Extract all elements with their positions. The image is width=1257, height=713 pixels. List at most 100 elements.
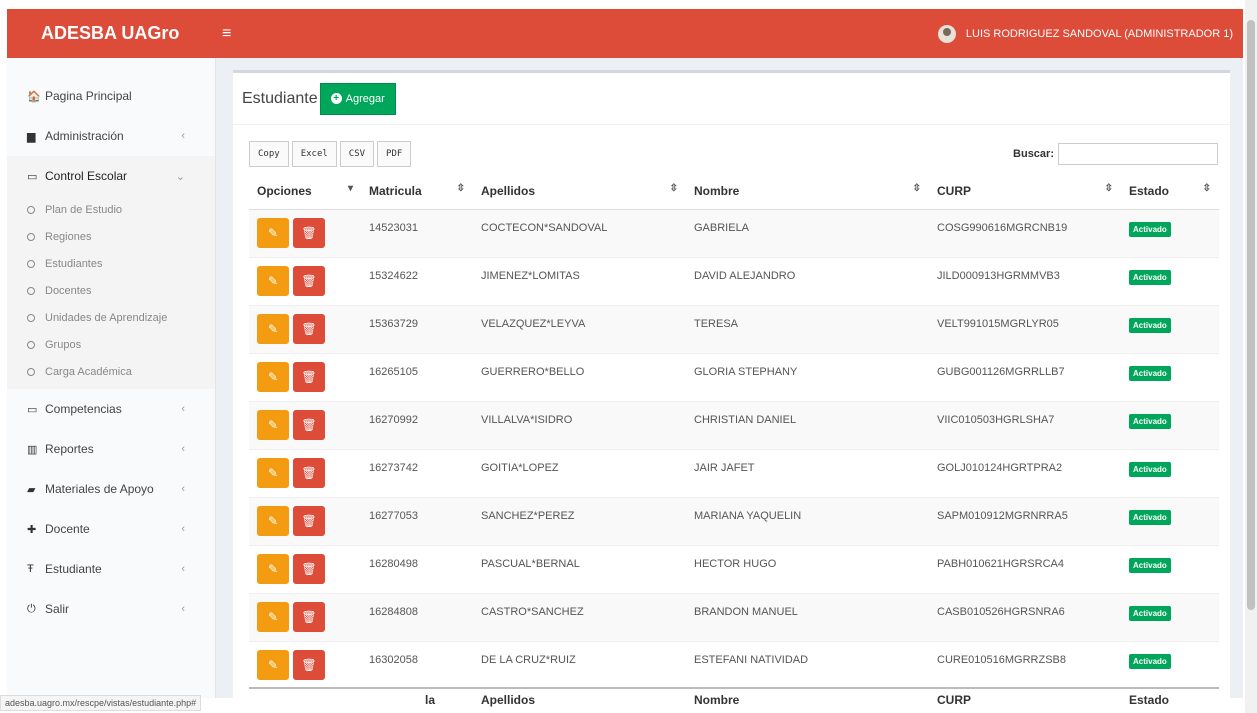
cell-nombre: MARIANA YAQUELIN [686,496,929,545]
column-header-estado[interactable]: Estado ⇳ [1121,173,1219,210]
cell-matricula: 15363729 [361,304,473,353]
row-actions: ✎ 🗑 [249,448,361,497]
sidebar-item-pagina-principal[interactable]: 🏠 Pagina Principal [7,76,215,116]
cell-curp: VIIC010503HGRLSHA7 [929,400,1121,449]
row-actions: ✎ 🗑 [249,640,361,689]
power-icon: ⏻ [27,602,36,615]
column-header-matricula[interactable]: Matricula ⇳ [361,173,473,210]
table-row: ✎ 🗑 14523031 COCTECON*SANDOVAL GABRIELA COSG9… [249,208,1219,257]
cell-estado: Activado [1121,256,1219,305]
table-header-row: Opciones ▾ Matricula ⇳ Apellidos ⇳ Nombre ⇳ … [249,173,1219,210]
user-menu[interactable]: LUIS RODRIGUEZ SANDOVAL (ADMINISTRADOR 1… [937,24,1243,43]
cell-estado: Activado [1121,544,1219,593]
scrollbar-thumb[interactable] [1247,20,1255,610]
delete-button[interactable]: 🗑 [293,601,325,632]
search-label: Buscar: [1013,148,1054,160]
box-header: Estudiante + Agregar [233,73,1230,125]
cell-apellidos: GOITIA*LOPEZ [473,448,686,497]
user-icon: ✚ [27,523,37,536]
excel-button[interactable]: Excel [291,141,337,167]
delete-button[interactable]: 🗑 [293,649,325,680]
sidebar-item-label: Docente [45,522,90,536]
edit-button[interactable]: ✎ [257,601,289,632]
cell-apellidos: PASCUAL*BERNAL [473,544,686,593]
edit-button[interactable]: ✎ [257,457,289,488]
status-badge: Activado [1129,605,1171,621]
edit-button[interactable]: ✎ [257,649,289,680]
edit-button[interactable]: ✎ [257,361,289,392]
sidebar-item-estudiante[interactable]: Ŧ Estudiante ‹ [7,549,215,589]
delete-button[interactable]: 🗑 [293,361,325,392]
browser-status-bar: adesba.uagro.mx/rescpe/vistas/estudiante… [0,695,202,711]
submenu-item-docentes[interactable]: Docentes [7,277,215,304]
edit-button[interactable]: ✎ [257,553,289,584]
menu-toggle-icon[interactable]: ≡ [222,25,231,43]
edit-button[interactable]: ✎ [257,505,289,536]
submenu-item-unidades[interactable]: Unidades de Aprendizaje [7,304,215,331]
cell-estado: Activado [1121,448,1219,497]
status-badge: Activado [1129,413,1171,429]
edit-button[interactable]: ✎ [257,265,289,296]
circle-icon [27,313,35,322]
cell-apellidos: COCTECON*SANDOVAL [473,208,686,257]
sidebar-item-reportes[interactable]: ▥ Reportes ‹ [7,429,215,469]
row-actions: ✎ 🗑 [249,352,361,401]
page-scrollbar[interactable] [1245,0,1257,713]
submenu-item-plan-de-estudio[interactable]: Plan de Estudio [7,196,215,223]
copy-button[interactable]: Copy [249,141,289,167]
delete-button[interactable]: 🗑 [293,457,325,488]
sidebar-item-label: Salir [45,602,70,616]
column-header-opciones[interactable]: Opciones ▾ [249,173,361,210]
pencil-icon: ✎ [267,273,279,288]
delete-button[interactable]: 🗑 [293,217,325,248]
graduate-icon: Ŧ [27,563,34,575]
submenu-item-regiones[interactable]: Regiones [7,223,215,250]
trash-icon: 🗑 [301,561,317,576]
cell-matricula: 16284808 [361,592,473,641]
cell-nombre: BRANDON MANUEL [686,592,929,641]
column-header-curp[interactable]: CURP ⇳ [929,173,1121,210]
row-actions: ✎ 🗑 [249,544,361,593]
column-header-apellidos[interactable]: Apellidos ⇳ [473,173,686,210]
row-actions: ✎ 🗑 [249,304,361,353]
circle-icon [27,340,35,349]
table-tools: Copy Excel CSV PDF Buscar: [249,141,1218,167]
delete-button[interactable]: 🗑 [293,409,325,440]
status-badge: Activado [1129,461,1171,477]
submenu-item-grupos[interactable]: Grupos [7,331,215,358]
submenu-item-estudiantes[interactable]: Estudiantes [7,250,215,277]
edit-button[interactable]: ✎ [257,409,289,440]
sidebar-item-administracion[interactable]: ▆ Administración ‹ [7,116,215,156]
cell-nombre: CHRISTIAN DANIEL [686,400,929,449]
add-button[interactable]: + Agregar [319,82,396,115]
sidebar-item-salir[interactable]: ⏻ Salir ‹ [7,589,215,629]
pdf-button[interactable]: PDF [377,141,412,167]
column-header-nombre[interactable]: Nombre ⇳ [686,173,929,210]
cell-curp: GOLJ010124HGRTPRA2 [929,448,1121,497]
pencil-icon: ✎ [267,225,279,240]
circle-icon [27,367,35,376]
delete-button[interactable]: 🗑 [293,313,325,344]
brand-logo[interactable]: ADESBA UAGro [7,23,216,44]
csv-button[interactable]: CSV [339,141,375,167]
sidebar-item-control-escolar[interactable]: ▭ Control Escolar ⌄ [7,156,215,196]
footer-apellidos: Apellidos [481,693,536,707]
delete-button[interactable]: 🗑 [293,505,325,536]
sidebar-item-label: Administración [45,129,124,143]
delete-button[interactable]: 🗑 [293,265,325,296]
sidebar-item-materiales[interactable]: ▰ Materiales de Apoyo ‹ [7,469,215,509]
submenu-item-carga-academica[interactable]: Carga Académica [7,358,215,385]
edit-button[interactable]: ✎ [257,313,289,344]
cell-matricula: 15324622 [361,256,473,305]
table-row: ✎ 🗑 16273742 GOITIA*LOPEZ JAIR JAFET GOLJ0101… [249,448,1219,497]
edit-button[interactable]: ✎ [257,217,289,248]
sidebar-item-competencias[interactable]: ▭ Competencias ‹ [7,389,215,429]
row-actions: ✎ 🗑 [249,400,361,449]
pencil-icon: ✎ [267,513,279,528]
cell-nombre: GLORIA STEPHANY [686,352,929,401]
cell-curp: PABH010621HGRSRCA4 [929,544,1121,593]
laptop-icon: ▭ [27,170,38,183]
delete-button[interactable]: 🗑 [293,553,325,584]
search-input[interactable] [1058,143,1218,165]
sidebar-item-docente[interactable]: ✚ Docente ‹ [7,509,215,549]
